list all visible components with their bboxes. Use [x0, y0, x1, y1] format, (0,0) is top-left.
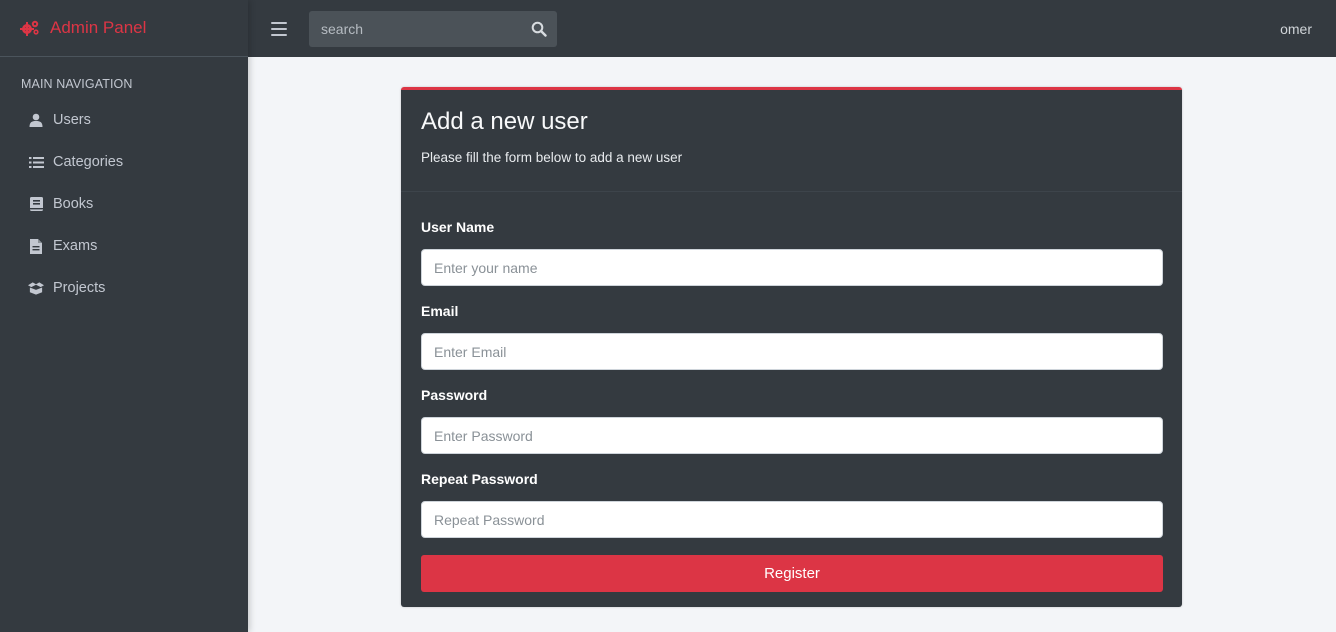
user-icon: [28, 112, 44, 128]
password-label: Password: [421, 387, 488, 403]
menu-toggle-icon[interactable]: [271, 21, 287, 36]
card-header: Add a new user Please fill the form belo…: [401, 90, 1182, 192]
search-box: [309, 10, 557, 47]
user-menu[interactable]: omer: [1280, 21, 1312, 37]
sidebar: Admin Panel MAIN NAVIGATION Users Catego…: [0, 0, 248, 632]
username-label: User Name: [421, 219, 495, 235]
brand-title: Admin Panel: [50, 18, 147, 37]
sidebar-item-label: Users: [53, 112, 91, 128]
sidebar-item-projects[interactable]: Projects: [0, 267, 248, 309]
sidebar-item-categories[interactable]: Categories: [0, 141, 248, 183]
sidebar-item-label: Projects: [53, 280, 106, 296]
card-subtitle: Please fill the form below to add a new …: [421, 150, 683, 165]
repeat-password-label: Repeat Password: [421, 471, 538, 487]
repeat-password-field[interactable]: [421, 501, 1163, 538]
brand[interactable]: Admin Panel: [0, 0, 248, 57]
search-icon[interactable]: [531, 21, 547, 37]
book-icon: [28, 196, 44, 212]
sidebar-item-label: Books: [53, 196, 94, 212]
search-input[interactable]: [309, 10, 519, 47]
sidebar-item-users[interactable]: Users: [0, 99, 248, 141]
sidebar-item-label: Categories: [53, 154, 124, 170]
sidebar-item-exams[interactable]: Exams: [0, 225, 248, 267]
add-user-form: User Name Email Password Repeat Password…: [401, 192, 1182, 592]
box-icon: [28, 280, 44, 296]
cogs-icon: [20, 19, 40, 37]
email-label: Email: [421, 303, 459, 319]
sidebar-item-books[interactable]: Books: [0, 183, 248, 225]
top-navbar: omer: [248, 0, 1336, 57]
nav-header: MAIN NAVIGATION: [21, 77, 133, 91]
add-user-card: Add a new user Please fill the form belo…: [401, 87, 1182, 607]
sidebar-item-label: Exams: [53, 238, 98, 254]
file-icon: [28, 238, 44, 254]
register-button[interactable]: Register: [421, 555, 1163, 592]
password-field[interactable]: [421, 417, 1163, 454]
username-field[interactable]: [421, 249, 1163, 286]
list-icon: [28, 154, 44, 170]
card-title: Add a new user: [421, 108, 588, 135]
email-field[interactable]: [421, 333, 1163, 370]
